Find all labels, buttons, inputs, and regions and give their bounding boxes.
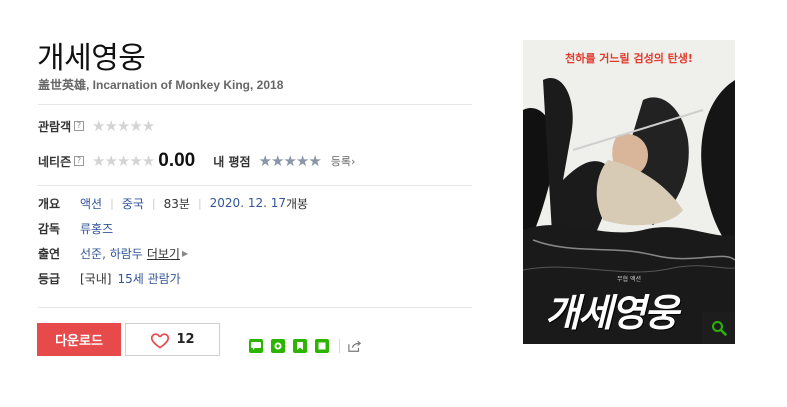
country-link[interactable]: 중국 <box>122 195 144 212</box>
separator: | <box>151 196 156 210</box>
overview-label: 개요 <box>38 196 61 211</box>
director-label: 감독 <box>38 221 61 236</box>
naver-talk-icon[interactable] <box>249 339 263 353</box>
movie-subtitle: 盖世英雄, Incarnation of Monkey King, 2018 <box>38 78 284 92</box>
separator: | <box>197 196 202 210</box>
overview-row: 개요 액션 | 중국 | 83분 | 2020. 12. 17 개봉 <box>38 194 308 212</box>
netizen-score: 0.00 <box>158 150 196 171</box>
netizen-label: 네티즌 <box>38 154 72 169</box>
audience-stars: ★★★★★ <box>92 117 155 135</box>
runtime: 83분 <box>163 196 190 211</box>
divider <box>38 307 472 308</box>
movie-title: 개세영웅 <box>37 41 146 76</box>
bookmark-icon[interactable] <box>293 339 307 353</box>
netizen-stars: ★★★★★ <box>92 152 155 170</box>
caret-right-icon: ▶ <box>181 248 189 258</box>
help-icon[interactable]: ? <box>74 121 84 131</box>
heart-icon <box>151 332 170 348</box>
cast-link[interactable]: 선준, 하람두 <box>80 245 143 262</box>
zoom-button[interactable] <box>702 312 735 344</box>
director-row: 감독 류홍즈 <box>38 219 113 237</box>
register-rating-link[interactable]: 등록› <box>331 153 356 169</box>
my-rating-label: 내 평점 <box>213 154 251 169</box>
memo-icon[interactable] <box>315 339 329 353</box>
separator: | <box>110 196 114 210</box>
more-cast-link[interactable]: 더보기 <box>147 245 180 262</box>
band-share-icon[interactable] <box>271 339 285 353</box>
like-button[interactable]: 12 <box>125 323 220 356</box>
release-suffix: 개봉 <box>286 196 309 211</box>
help-icon[interactable]: ? <box>74 156 84 166</box>
grade-region: [국내] <box>80 271 112 286</box>
grade-link[interactable]: 15세 관람가 <box>117 270 180 287</box>
movie-poster[interactable]: 천하를 거느릴 검성의 탄생! 무협 액션 개세영웅 <box>523 40 735 344</box>
release-date-link[interactable]: 2020. 12. 17 <box>210 196 286 210</box>
netizen-rating-row: 네티즌 ? ★★★★★ 0.00 내 평점 ★★★★★ 등록› <box>38 150 356 171</box>
genre-link[interactable]: 액션 <box>80 195 102 212</box>
divider <box>38 185 472 186</box>
cast-label: 출연 <box>38 246 61 261</box>
divider <box>339 339 340 353</box>
poster-tagline: 천하를 거느릴 검성의 탄생! <box>565 52 693 65</box>
share-bar <box>249 339 370 353</box>
divider <box>38 104 472 105</box>
my-rating-stars[interactable]: ★★★★★ <box>259 152 322 170</box>
grade-row: 등급 [국내] 15세 관람가 <box>38 269 181 287</box>
magnifier-icon <box>711 321 727 336</box>
download-button[interactable]: 다운로드 <box>37 323 121 356</box>
grade-label: 등급 <box>38 271 61 286</box>
poster-title-art: 개세영웅 <box>545 291 679 335</box>
audience-rating-row: 관람객 ? ★★★★★ <box>38 116 155 136</box>
share-icon[interactable] <box>348 339 362 353</box>
director-link[interactable]: 류홍즈 <box>80 220 113 237</box>
like-count: 12 <box>176 332 195 347</box>
audience-label: 관람객 <box>38 119 72 134</box>
cast-row: 출연 선준, 하람두 더보기 ▶ <box>38 244 188 262</box>
